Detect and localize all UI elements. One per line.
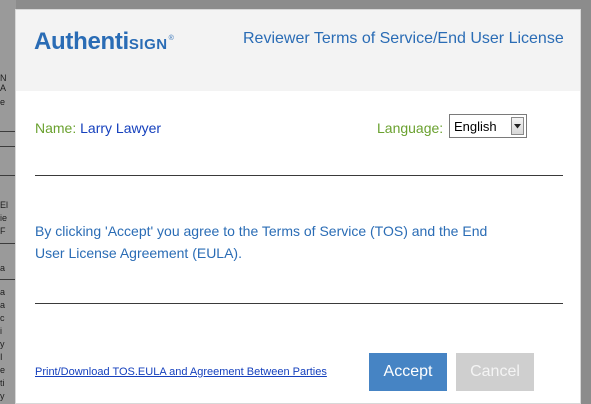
background-text: N — [0, 73, 7, 83]
background-text: a — [0, 300, 6, 310]
background-text: El — [0, 200, 9, 210]
accept-button[interactable]: Accept — [369, 353, 447, 391]
logo-wordmark-suffix: SIGN — [128, 36, 168, 53]
divider-top — [35, 175, 563, 176]
background-text: e — [0, 365, 6, 375]
background-text: a — [0, 263, 6, 273]
language-select[interactable]: English — [449, 114, 527, 138]
background-divider — [0, 146, 16, 147]
reviewer-name: Name: Larry Lawyer — [35, 120, 161, 136]
cancel-button[interactable]: Cancel — [456, 353, 534, 391]
logo-wordmark: Authenti — [34, 28, 129, 55]
agreement-text: By clicking 'Accept' you agree to the Te… — [35, 223, 488, 261]
background-text: A — [0, 83, 7, 93]
print-download-link[interactable]: Print/Download TOS.EULA and Agreement Be… — [35, 366, 327, 378]
background-text: ie — [0, 213, 8, 223]
name-label: Name: — [35, 120, 77, 136]
dropdown-arrow-icon[interactable] — [511, 117, 524, 135]
language-selected-value: English — [454, 118, 497, 134]
name-value: Larry Lawyer — [80, 120, 162, 136]
background-divider — [0, 243, 16, 244]
divider-bottom — [35, 303, 563, 304]
background-divider — [0, 279, 16, 280]
background-text: I — [0, 352, 3, 362]
background-text: a — [0, 287, 6, 297]
background-page-edge: N A e El ie F a a a c i y I e ti y — [0, 0, 16, 404]
background-text: e — [0, 97, 6, 107]
background-divider — [0, 175, 16, 176]
background-divider — [0, 131, 16, 132]
authentisign-logo: Authenti SIGN ® — [34, 28, 174, 58]
background-text: y — [0, 391, 5, 401]
logo-trademark: ® — [168, 35, 174, 42]
background-text: y — [0, 339, 5, 349]
background-text: ti — [0, 378, 5, 388]
language-label: Language: — [377, 120, 444, 136]
tos-dialog: Authenti SIGN ® Reviewer Terms of Servic… — [15, 9, 581, 404]
background-text: i — [0, 326, 2, 336]
dialog-header: Authenti SIGN ® Reviewer Terms of Servic… — [16, 10, 580, 91]
dialog-title: Reviewer Terms of Service/End User Licen… — [243, 30, 564, 47]
background-text: F — [0, 226, 6, 236]
background-text: c — [0, 313, 5, 323]
